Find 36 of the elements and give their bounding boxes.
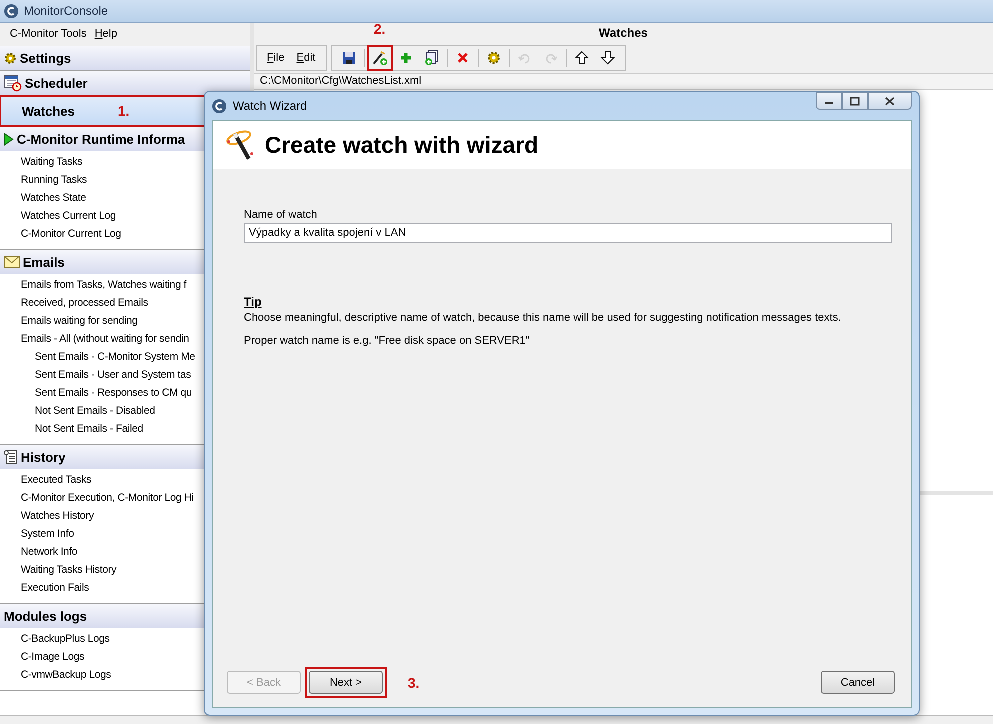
maximize-icon bbox=[850, 96, 860, 106]
sidebar-section-header[interactable]: Settings bbox=[0, 46, 250, 70]
menu-item[interactable]: File bbox=[263, 50, 289, 66]
watch-name-field[interactable]: Výpadky a kvalita spojení v LAN bbox=[244, 223, 892, 243]
dialog-button[interactable]: Cancel bbox=[821, 671, 895, 694]
annotation-number: 3. bbox=[408, 674, 420, 690]
gear-icon bbox=[486, 50, 502, 66]
minimize-button[interactable] bbox=[816, 92, 842, 110]
file-path: C:\CMonitor\Cfg\WatchesList.xml bbox=[254, 74, 993, 90]
menu-item[interactable]: Help bbox=[90, 26, 122, 43]
sidebar-section-header[interactable]: Scheduler bbox=[0, 71, 250, 95]
scroll-icon bbox=[4, 450, 18, 464]
field-label: Name of watch bbox=[244, 209, 318, 221]
window-title: MonitorConsole bbox=[24, 4, 108, 18]
app-logo-icon bbox=[4, 4, 19, 18]
calendar-clock-icon bbox=[4, 74, 22, 92]
menu-item[interactable]: Edit bbox=[292, 50, 320, 66]
maximize-button[interactable] bbox=[842, 92, 868, 110]
example-text: Proper watch name is e.g. "Free disk space on SERVER1" bbox=[244, 335, 530, 347]
dialog-button[interactable]: Next > bbox=[309, 671, 383, 694]
wizard-heading: Create watch with wizard bbox=[265, 132, 539, 158]
close-icon bbox=[885, 96, 895, 106]
down-arrow-icon bbox=[600, 50, 616, 66]
app-logo-icon bbox=[212, 98, 227, 114]
gear-icon bbox=[4, 52, 17, 64]
document-plus-icon bbox=[424, 50, 440, 66]
wand-plus-icon bbox=[372, 50, 388, 66]
annotation-number: 2. bbox=[374, 21, 386, 37]
up-arrow-icon bbox=[574, 50, 590, 66]
tip-title: Tip bbox=[244, 295, 262, 309]
envelope-icon bbox=[4, 256, 20, 268]
toolbar-button[interactable] bbox=[368, 47, 391, 69]
close-button[interactable] bbox=[868, 92, 912, 110]
menu-item[interactable]: C-Monitor Tools bbox=[6, 26, 91, 43]
triangle-icon bbox=[4, 132, 14, 146]
tip-text: Choose meaningful, descriptive name of watch, because this name will be used for suggesting notification messages texts. bbox=[244, 312, 842, 324]
